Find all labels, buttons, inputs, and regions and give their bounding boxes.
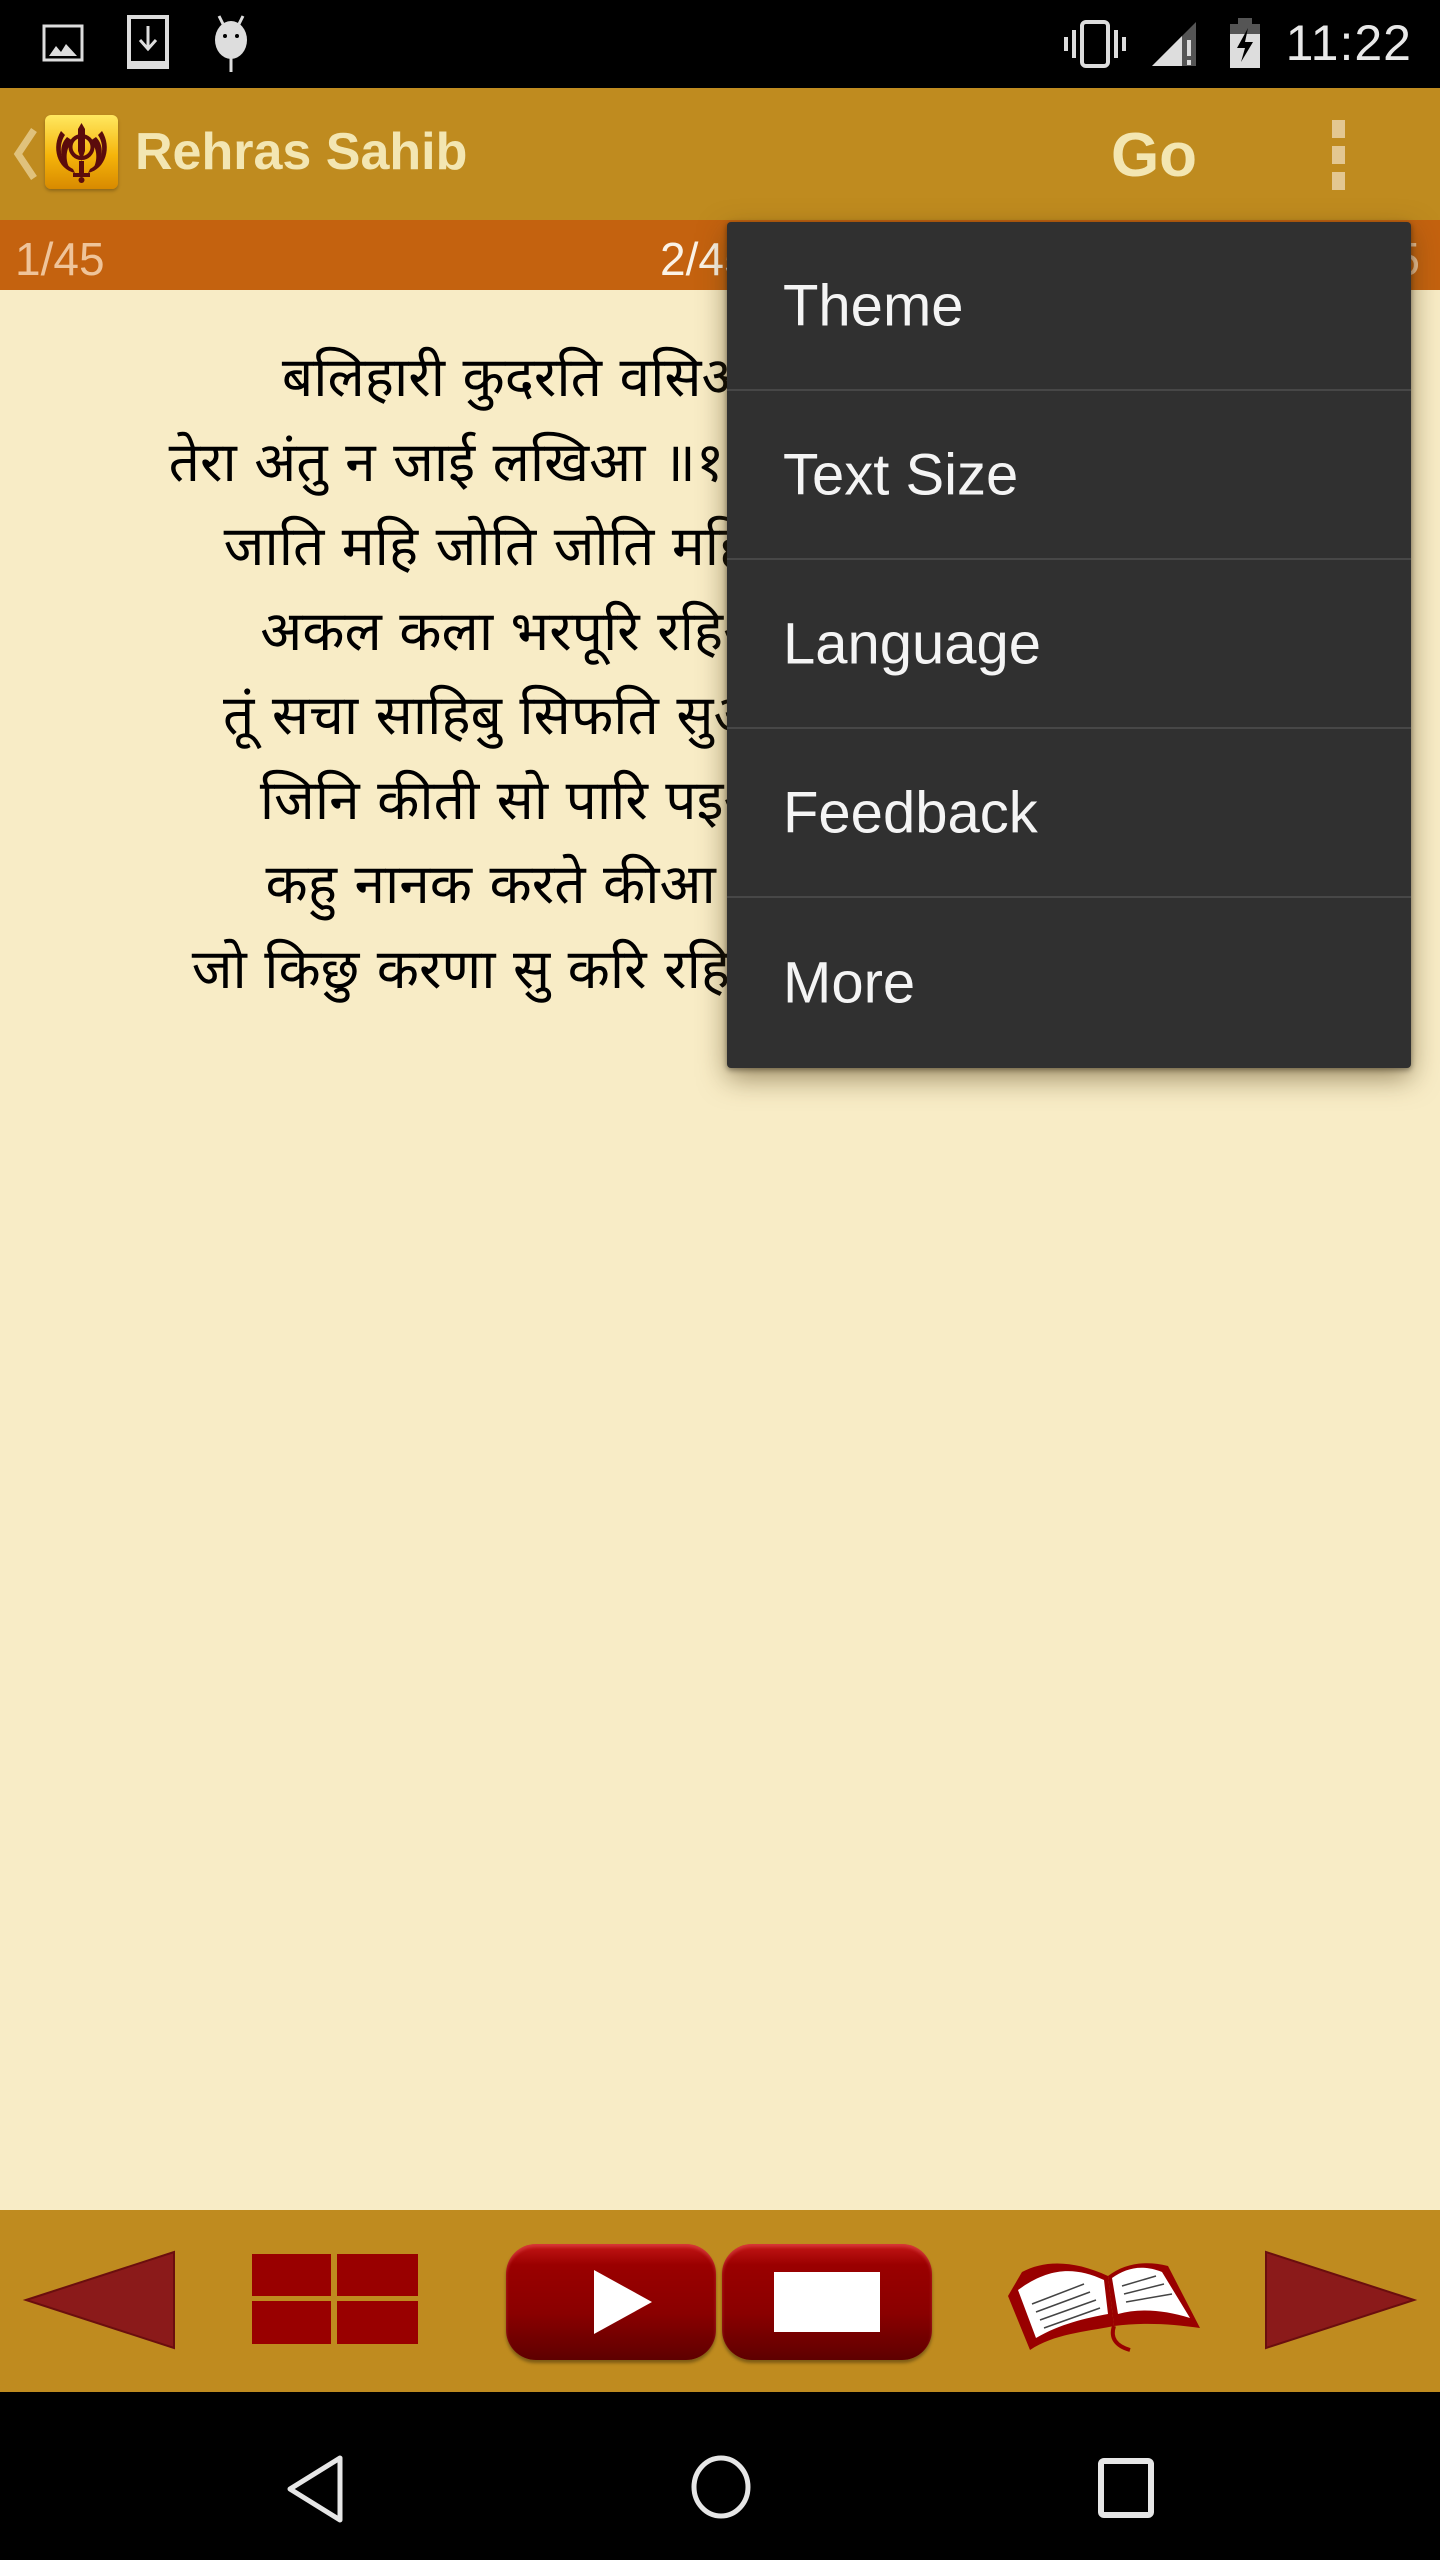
open-book-icon[interactable] bbox=[1004, 2254, 1204, 2364]
stop-icon bbox=[774, 2272, 880, 2332]
overflow-menu-button[interactable] bbox=[1318, 110, 1368, 200]
go-button[interactable]: Go bbox=[1098, 116, 1210, 196]
menu-item-language[interactable]: Language bbox=[727, 560, 1411, 729]
menu-item-theme[interactable]: Theme bbox=[727, 222, 1411, 391]
previous-page-number[interactable]: 1/45 bbox=[15, 232, 105, 286]
play-icon bbox=[594, 2270, 652, 2334]
menu-item-feedback[interactable]: Feedback bbox=[727, 729, 1411, 898]
action-bar: Rehras Sahib Go bbox=[0, 88, 1440, 220]
menu-item-label: Text Size bbox=[783, 442, 1019, 507]
status-bar: 11:22 bbox=[0, 0, 1440, 88]
vibrate-icon bbox=[1064, 20, 1126, 68]
app-logo[interactable] bbox=[45, 115, 118, 189]
menu-item-label: Language bbox=[783, 611, 1042, 676]
up-navigation-chevron-icon[interactable] bbox=[12, 126, 38, 182]
android-debug-icon bbox=[215, 15, 247, 72]
app-title: Rehras Sahib bbox=[135, 123, 468, 181]
signal-no-data-icon bbox=[1152, 22, 1196, 66]
menu-item-label: More bbox=[783, 950, 916, 1016]
next-page-button[interactable] bbox=[1262, 2250, 1418, 2350]
menu-item-label: Theme bbox=[783, 273, 964, 338]
bottom-toolbar bbox=[0, 2210, 1440, 2392]
khanda-icon bbox=[56, 123, 107, 183]
back-nav-button[interactable] bbox=[284, 2454, 350, 2524]
clock: 11:22 bbox=[1285, 15, 1412, 71]
stop-button[interactable] bbox=[722, 2244, 932, 2360]
menu-item-more[interactable]: More bbox=[727, 898, 1411, 1068]
index-grid-button[interactable] bbox=[252, 2254, 418, 2344]
menu-item-text-size[interactable]: Text Size bbox=[727, 391, 1411, 560]
home-nav-button[interactable] bbox=[690, 2454, 752, 2520]
download-notification-icon bbox=[127, 15, 169, 69]
play-button[interactable] bbox=[506, 2244, 716, 2360]
menu-item-label: Feedback bbox=[783, 780, 1038, 845]
recents-nav-button[interactable] bbox=[1098, 2458, 1154, 2518]
system-navigation-bar bbox=[0, 2392, 1440, 2560]
image-notification-icon bbox=[42, 24, 84, 62]
battery-charging-icon bbox=[1230, 18, 1260, 68]
previous-page-button[interactable] bbox=[22, 2250, 178, 2350]
overflow-menu: Theme Text Size Language Feedback More bbox=[727, 222, 1411, 1068]
